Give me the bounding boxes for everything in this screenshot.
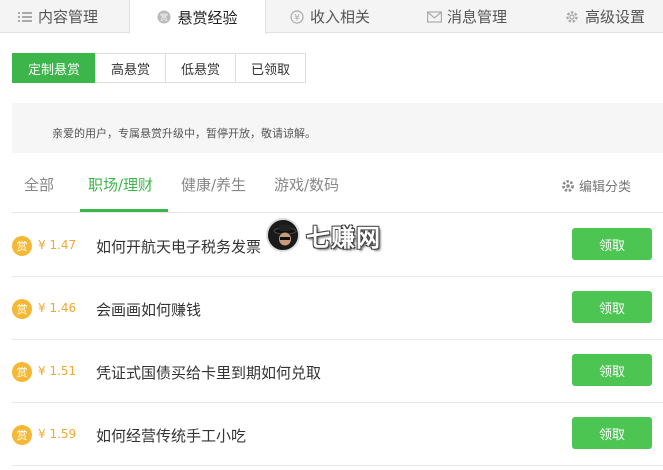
edit-category-button[interactable]: 编辑分类 bbox=[561, 176, 631, 195]
task-title[interactable]: 凭证式国债买给卡里到期如何兑取 bbox=[96, 362, 321, 383]
tab-messages[interactable]: 消息管理 bbox=[427, 0, 507, 33]
category-health[interactable]: 健康/养生 bbox=[181, 174, 246, 195]
claim-button[interactable]: 领取 bbox=[572, 354, 652, 386]
notice-banner: 亲爱的用户，专属悬赏升级中，暂停开放，敬请谅解。 bbox=[12, 103, 663, 153]
category-games-digital[interactable]: 游戏/数码 bbox=[274, 174, 339, 195]
tab-advanced-settings[interactable]: 高级设置 bbox=[565, 0, 645, 33]
notice-text: 亲爱的用户，专属悬赏升级中，暂停开放，敬请谅解。 bbox=[52, 127, 316, 140]
tab-label: 消息管理 bbox=[447, 8, 508, 26]
gear-icon bbox=[562, 179, 574, 192]
bounty-type-tabs: 定制悬赏 高悬赏 低悬赏 已领取 bbox=[12, 53, 307, 83]
task-row: 赏 ¥ 1.51 凭证式国债买给卡里到期如何兑取 领取 bbox=[12, 340, 663, 403]
envelope-icon bbox=[427, 10, 443, 24]
yen-circle-icon: ¥ bbox=[290, 9, 304, 24]
category-tabs: 全部 职场/理财 健康/养生 游戏/数码 编辑分类 bbox=[12, 160, 663, 213]
task-title[interactable]: 会画画如何赚钱 bbox=[96, 299, 201, 320]
claim-button[interactable]: 领取 bbox=[572, 291, 652, 323]
list-icon bbox=[18, 10, 32, 24]
watermark: 七赚网 bbox=[266, 215, 381, 255]
tab-content-management[interactable]: 内容管理 bbox=[18, 0, 98, 33]
bounty-badge-icon: 赏 bbox=[12, 425, 32, 445]
task-amount: ¥ 1.59 bbox=[38, 427, 77, 441]
bounty-icon: 赏 bbox=[157, 10, 171, 24]
active-category-underline bbox=[80, 209, 168, 212]
tab-label: 收入相关 bbox=[310, 8, 371, 26]
bounty-badge-icon: 赏 bbox=[12, 299, 32, 319]
tab-label: 悬赏经验 bbox=[177, 8, 238, 27]
category-workplace-finance[interactable]: 职场/理财 bbox=[88, 174, 153, 195]
watermark-logo-icon bbox=[266, 218, 300, 252]
tab-label: 高级设置 bbox=[585, 8, 646, 26]
task-amount: ¥ 1.47 bbox=[38, 238, 77, 252]
tab-label: 内容管理 bbox=[38, 8, 99, 26]
claim-button[interactable]: 领取 bbox=[572, 228, 652, 260]
subtab-custom-bounty[interactable]: 定制悬赏 bbox=[12, 53, 97, 83]
tab-bounty-experience[interactable]: 赏 悬赏经验 bbox=[129, 0, 266, 34]
task-title[interactable]: 如何开航天电子税务发票 bbox=[96, 236, 261, 257]
tab-income[interactable]: ¥ 收入相关 bbox=[290, 0, 370, 33]
task-row: 赏 ¥ 1.59 如何经营传统手工小吃 领取 bbox=[12, 403, 663, 466]
task-row: 赏 ¥ 1.46 会画画如何赚钱 领取 bbox=[12, 277, 663, 340]
subtab-low-bounty[interactable]: 低悬赏 bbox=[165, 53, 237, 83]
task-amount: ¥ 1.46 bbox=[38, 301, 77, 315]
gear-icon bbox=[565, 10, 579, 24]
claim-button[interactable]: 领取 bbox=[572, 417, 652, 449]
svg-text:¥: ¥ bbox=[294, 13, 300, 23]
bounty-badge-icon: 赏 bbox=[12, 362, 32, 382]
watermark-text: 七赚网 bbox=[306, 223, 381, 252]
subtab-high-bounty[interactable]: 高悬赏 bbox=[95, 53, 167, 83]
task-amount: ¥ 1.51 bbox=[38, 364, 77, 378]
edit-category-label: 编辑分类 bbox=[578, 180, 631, 195]
category-all[interactable]: 全部 bbox=[24, 174, 54, 195]
task-title[interactable]: 如何经营传统手工小吃 bbox=[96, 425, 246, 446]
subtab-claimed[interactable]: 已领取 bbox=[235, 53, 307, 83]
bounty-badge-icon: 赏 bbox=[12, 236, 32, 256]
top-tab-bar: 内容管理 赏 悬赏经验 ¥ 收入相关 消息管理 高级设置 bbox=[0, 0, 663, 34]
svg-text:赏: 赏 bbox=[160, 12, 168, 22]
